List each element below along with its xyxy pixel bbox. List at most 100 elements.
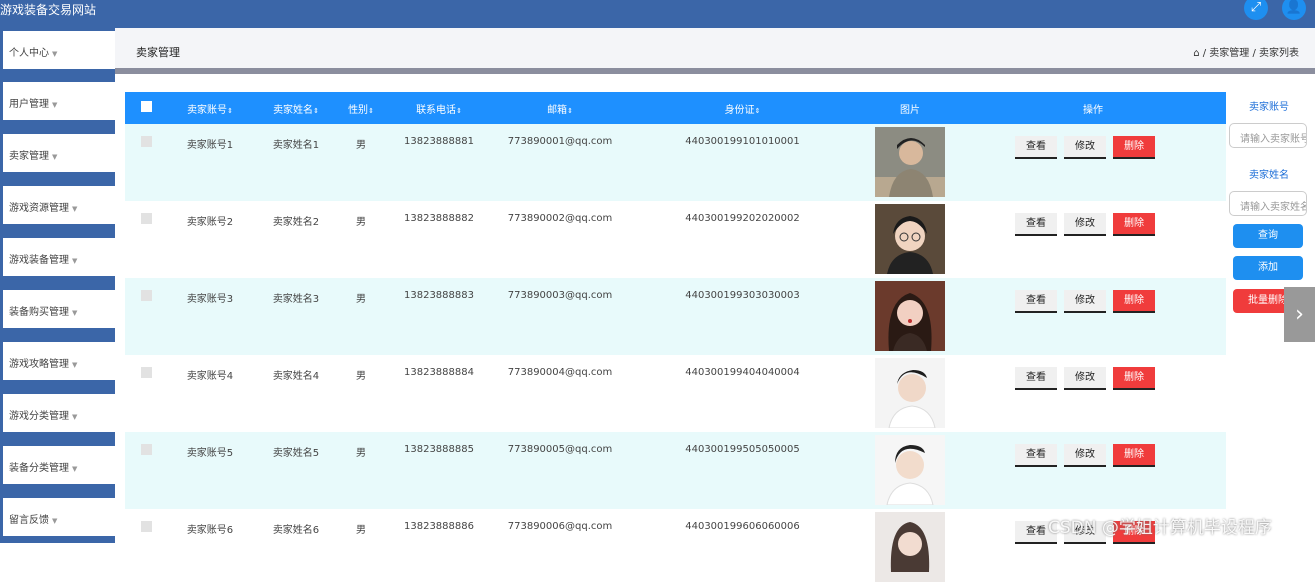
edit-button[interactable]: 修改 bbox=[1064, 367, 1106, 390]
view-button[interactable]: 查看 bbox=[1015, 290, 1057, 313]
column-header-idcard[interactable]: 身份证⇕ bbox=[625, 92, 860, 124]
sidebar-item-sellers[interactable]: 卖家管理 ▼ bbox=[3, 134, 115, 172]
sidebar-item-label: 留言反馈 bbox=[9, 515, 49, 526]
sidebar-item-label: 游戏攻略管理 bbox=[9, 359, 69, 370]
row-checkbox[interactable] bbox=[140, 213, 152, 224]
chevron-down-icon: ▼ bbox=[72, 205, 78, 213]
table-header-row: 卖家账号⇕ 卖家姓名⇕ 性别⇕ 联系电话⇕ 邮箱⇕ 身份证⇕ 图片 操作 bbox=[125, 92, 1226, 124]
user-icon[interactable]: 👤 bbox=[1282, 0, 1306, 20]
cell-phone: 13823888882 bbox=[404, 213, 474, 224]
table-row: 卖家账号1 卖家姓名1 男 13823888881 773890001@qq.c… bbox=[125, 124, 1226, 201]
cell-name: 卖家姓名1 bbox=[272, 140, 320, 151]
edit-button[interactable]: 修改 bbox=[1064, 213, 1106, 236]
sidebar-item-label: 装备分类管理 bbox=[9, 463, 69, 474]
sort-icon[interactable]: ⇕ bbox=[368, 107, 374, 115]
chevron-down-icon: ▼ bbox=[72, 257, 78, 265]
seller-photo bbox=[875, 435, 945, 505]
view-button[interactable]: 查看 bbox=[1015, 367, 1057, 390]
row-checkbox[interactable] bbox=[140, 136, 152, 147]
app-title: 游戏装备交易网站 bbox=[0, 3, 97, 17]
sort-icon[interactable]: ⇕ bbox=[456, 107, 462, 115]
sidebar-item-users[interactable]: 用户管理 ▼ bbox=[3, 82, 115, 120]
cell-email: 773890001@qq.com bbox=[507, 136, 613, 147]
account-filter-label: 卖家账号 bbox=[1249, 102, 1289, 113]
column-header-name[interactable]: 卖家姓名⇕ bbox=[253, 92, 339, 124]
cell-account: 卖家账号3 bbox=[186, 294, 234, 305]
table-row: 卖家账号4 卖家姓名4 男 13823888884 773890004@qq.c… bbox=[125, 355, 1226, 432]
view-button[interactable]: 查看 bbox=[1015, 213, 1057, 236]
seller-photo bbox=[875, 358, 945, 428]
page-header: 卖家管理 ⌂ / 卖家管理 / 卖家列表 bbox=[115, 28, 1315, 68]
cell-idcard: 440300199101010001 bbox=[685, 136, 800, 147]
row-checkbox[interactable] bbox=[140, 521, 152, 532]
add-button[interactable]: 添加 bbox=[1233, 256, 1303, 280]
sidebar-item-equipment-purchase[interactable]: 装备购买管理 ▼ bbox=[3, 290, 115, 328]
sidebar-item-label: 装备购买管理 bbox=[9, 307, 69, 318]
sidebar-item-personal-center[interactable]: 个人中心 ▼ bbox=[3, 31, 115, 69]
row-checkbox[interactable] bbox=[140, 444, 152, 455]
chevron-down-icon: ▼ bbox=[52, 101, 58, 109]
column-header-gender[interactable]: 性别⇕ bbox=[339, 92, 383, 124]
sort-icon[interactable]: ⇕ bbox=[567, 107, 573, 115]
top-bar: 游戏装备交易网站 ⤢ 👤 bbox=[0, 0, 1315, 28]
sidebar-item-label: 卖家管理 bbox=[9, 151, 49, 162]
view-button[interactable]: 查看 bbox=[1015, 444, 1057, 467]
column-header-phone[interactable]: 联系电话⇕ bbox=[383, 92, 495, 124]
search-button[interactable]: 查询 bbox=[1233, 224, 1303, 248]
cell-gender: 男 bbox=[356, 371, 366, 382]
delete-button[interactable]: 删除 bbox=[1113, 290, 1155, 313]
name-filter-label: 卖家姓名 bbox=[1249, 170, 1289, 181]
seller-photo bbox=[875, 512, 945, 582]
row-checkbox[interactable] bbox=[140, 290, 152, 301]
delete-button[interactable]: 删除 bbox=[1113, 213, 1155, 236]
cell-email: 773890003@qq.com bbox=[507, 290, 613, 301]
sidebar-item-game-equipment[interactable]: 游戏装备管理 ▼ bbox=[3, 238, 115, 276]
delete-button[interactable]: 删除 bbox=[1113, 444, 1155, 467]
sort-icon[interactable]: ⇕ bbox=[313, 107, 319, 115]
cell-phone: 13823888881 bbox=[404, 136, 474, 147]
cell-name: 卖家姓名5 bbox=[272, 448, 320, 459]
account-search-input[interactable]: 请输入卖家账号 bbox=[1229, 123, 1307, 148]
next-page-arrow[interactable]: › bbox=[1284, 287, 1315, 342]
column-header-account[interactable]: 卖家账号⇕ bbox=[167, 92, 253, 124]
sidebar-item-game-resources[interactable]: 游戏资源管理 ▼ bbox=[3, 186, 115, 224]
cell-phone: 13823888885 bbox=[404, 444, 474, 455]
sidebar-item-label: 用户管理 bbox=[9, 99, 49, 110]
cell-idcard: 440300199303030003 bbox=[685, 290, 800, 301]
seller-photo bbox=[875, 281, 945, 351]
chevron-down-icon: ▼ bbox=[72, 465, 78, 473]
sidebar-item-label: 游戏装备管理 bbox=[9, 255, 69, 266]
sort-icon[interactable]: ⇕ bbox=[227, 107, 233, 115]
edit-button[interactable]: 修改 bbox=[1064, 136, 1106, 159]
delete-button[interactable]: 删除 bbox=[1113, 367, 1155, 390]
cell-idcard: 440300199202020002 bbox=[685, 213, 800, 224]
view-button[interactable]: 查看 bbox=[1015, 136, 1057, 159]
fullscreen-icon[interactable]: ⤢ bbox=[1244, 0, 1268, 20]
chevron-down-icon: ▼ bbox=[72, 361, 78, 369]
cell-name: 卖家姓名6 bbox=[272, 525, 320, 536]
cell-name: 卖家姓名2 bbox=[272, 217, 320, 228]
cell-gender: 男 bbox=[356, 294, 366, 305]
select-all-checkbox[interactable] bbox=[140, 101, 152, 112]
cell-idcard: 440300199606060006 bbox=[685, 521, 800, 532]
sidebar-item-game-categories[interactable]: 游戏分类管理 ▼ bbox=[3, 394, 115, 432]
sidebar: 个人中心 ▼ 用户管理 ▼ 卖家管理 ▼ 游戏资源管理 ▼ 游戏装备管理 ▼ 装备购买管理… bbox=[0, 28, 115, 543]
cell-phone: 13823888883 bbox=[404, 290, 474, 301]
cell-email: 773890006@qq.com bbox=[507, 521, 613, 532]
name-search-input[interactable]: 请输入卖家姓名 bbox=[1229, 191, 1307, 216]
sidebar-item-label: 游戏资源管理 bbox=[9, 203, 69, 214]
sidebar-item-game-guides[interactable]: 游戏攻略管理 ▼ bbox=[3, 342, 115, 380]
column-header-actions: 操作 bbox=[1083, 104, 1103, 116]
sort-icon[interactable]: ⇕ bbox=[755, 107, 761, 115]
sidebar-item-feedback[interactable]: 留言反馈 ▼ bbox=[3, 498, 115, 536]
cell-name: 卖家姓名3 bbox=[272, 294, 320, 305]
edit-button[interactable]: 修改 bbox=[1064, 444, 1106, 467]
column-header-email[interactable]: 邮箱⇕ bbox=[495, 92, 625, 124]
row-checkbox[interactable] bbox=[140, 367, 152, 378]
cell-account: 卖家账号1 bbox=[186, 140, 234, 151]
delete-button[interactable]: 删除 bbox=[1113, 136, 1155, 159]
cell-email: 773890004@qq.com bbox=[507, 367, 613, 378]
edit-button[interactable]: 修改 bbox=[1064, 290, 1106, 313]
sidebar-item-equipment-categories[interactable]: 装备分类管理 ▼ bbox=[3, 446, 115, 484]
sidebar-item-label: 个人中心 bbox=[9, 48, 49, 59]
